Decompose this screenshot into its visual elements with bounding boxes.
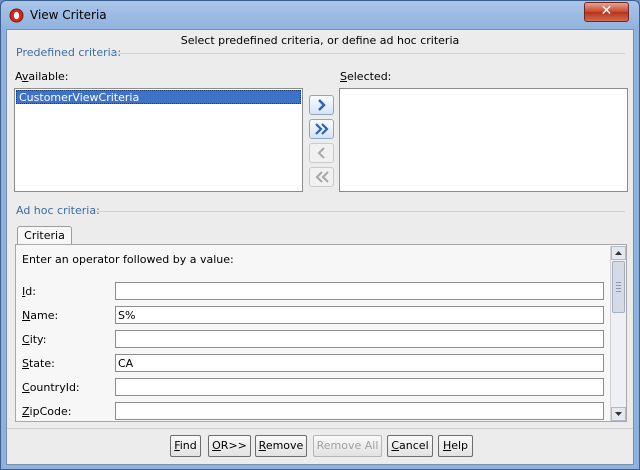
dialog-window: View Criteria ✕ Select predefined criter… [0,0,640,470]
scroll-down-icon [615,412,622,416]
predefined-group-label: Predefined criteria: [16,46,122,59]
help-mnemonic: H [442,439,452,452]
cancel-mnemonic: C [391,439,400,452]
vertical-scrollbar[interactable] [610,246,626,421]
move-all-right-icon [315,123,329,135]
scroll-up-button[interactable] [611,246,626,260]
selected-label: Selected: [340,70,391,83]
move-left-icon [317,147,325,159]
name-field[interactable] [115,306,604,324]
selected-label-mnemonic: S [340,70,347,83]
group-divider [110,53,625,54]
title-bar[interactable]: View Criteria ✕ [1,1,639,29]
name-label: Name: [22,309,58,322]
move-button[interactable] [309,95,334,115]
name-mnemonic: N [22,309,31,322]
or-button[interactable]: OR>> [208,435,251,457]
city-mnemonic: C [22,333,30,346]
countryid-mnemonic: C [22,381,30,394]
help-button[interactable]: Help [438,435,473,457]
state-label: State: [22,357,55,370]
help-label: elp [451,439,469,452]
button-bar-divider [7,428,633,429]
remove-criteria-button[interactable]: Remove [255,435,307,457]
cancel-button[interactable]: Cancel [387,435,433,457]
find-label: ind [179,439,197,452]
state-label-text: tate: [28,357,55,370]
countryid-label-text: ountryId: [29,381,80,394]
zipcode-mnemonic: Z [22,405,30,418]
adhoc-group-label: Ad hoc criteria: [16,204,100,217]
id-label: Id: [22,285,36,298]
or-mnemonic: O [212,439,221,452]
close-button[interactable]: ✕ [584,2,629,22]
zipcode-label: ZipCode: [22,405,71,418]
criteria-panel: Enter an operator followed by a value: I… [15,244,627,422]
city-label: City: [22,333,46,346]
countryid-label: CountryId: [22,381,80,394]
app-icon [9,8,24,23]
move-all-left-icon [315,171,329,183]
dialog-body: Select predefined criteria, or define ad… [6,29,634,465]
or-label: R>> [220,439,247,452]
id-field[interactable] [115,282,604,300]
group-divider [96,211,625,212]
scroll-down-button[interactable] [611,407,626,421]
zipcode-field[interactable] [115,402,604,420]
name-label-text: ame: [30,309,59,322]
remove-button[interactable] [309,143,334,163]
grip-icon [616,282,621,292]
remove-mnemonic: R [258,439,266,452]
available-label-suffix: ailable: [28,70,69,83]
zipcode-label-text: ipCode: [29,405,72,418]
close-icon: ✕ [600,3,613,19]
tab-criteria[interactable]: Criteria [17,226,72,245]
list-item[interactable]: CustomerViewCriteria [16,90,301,104]
id-label-text: d: [25,285,36,298]
available-list[interactable]: CustomerViewCriteria [14,88,303,192]
move-right-icon [318,99,326,111]
move-all-button[interactable] [309,119,334,139]
remove-label: emove [265,439,304,452]
available-label-prefix: A [15,70,22,83]
cancel-label: ancel [399,439,429,452]
selected-label-suffix: elected: [346,70,392,83]
available-label: Available: [15,70,69,83]
state-mnemonic: S [22,357,29,370]
selected-list[interactable] [339,88,628,192]
countryid-field[interactable] [115,378,604,396]
state-field[interactable] [115,354,604,372]
find-button[interactable]: Find [170,435,201,457]
city-label-text: ity: [29,333,47,346]
window-title: View Criteria [30,8,107,22]
operator-hint: Enter an operator followed by a value: [22,253,234,266]
remove-all-button[interactable] [309,167,334,187]
scroll-up-icon [615,251,622,255]
city-field[interactable] [115,330,604,348]
remove-all-criteria-button[interactable]: Remove All [313,435,382,457]
scroll-thumb[interactable] [612,261,625,313]
